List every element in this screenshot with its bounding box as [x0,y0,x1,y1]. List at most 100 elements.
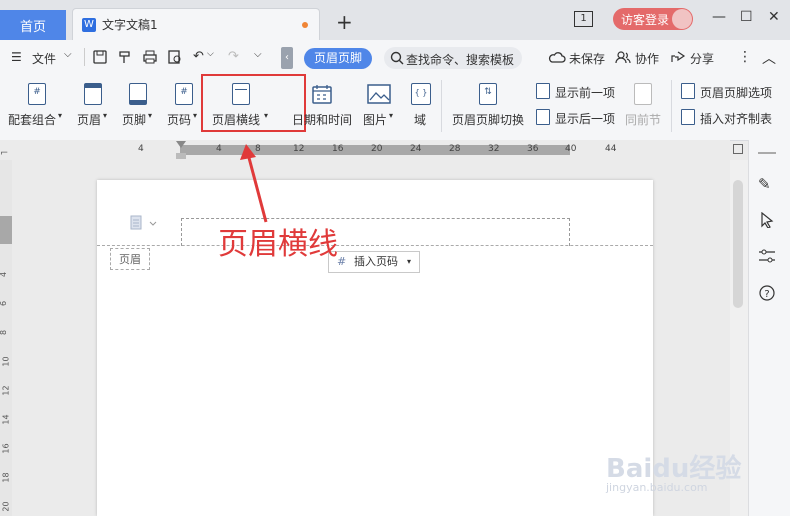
show-next-label: 显示后一项 [555,112,616,126]
ruler-tick: 12 [293,144,305,154]
ribbon-footer-button[interactable]: 页脚 ▾ [122,74,164,134]
undo-icon[interactable]: ↶ [193,49,204,64]
dropdown-arrow-icon: ▾ [103,111,108,120]
doc-options-icon[interactable] [130,215,158,231]
divider [84,48,85,66]
ribbon-page-number-button[interactable]: # 页码 ▾ [167,74,201,134]
hf-options-label: 页眉页脚选项 [700,86,773,100]
svg-text:?: ? [764,289,769,300]
visitor-login-label: 访客登录 [621,13,670,27]
collaborate-icon [615,51,631,64]
insert-align-tab-label: 插入对齐制表 [700,112,773,126]
pen-icon[interactable]: ✎ [758,175,771,193]
same-as-prev-icon [634,83,652,105]
search-input[interactable]: 查找命令、搜索模板 [384,47,522,69]
select-cursor-icon[interactable] [760,212,774,228]
panel-grip[interactable] [758,152,776,154]
print-preview-icon[interactable] [167,49,183,65]
ruler-tick: 20 [371,144,383,154]
tab-header-footer[interactable]: 页眉页脚 [304,48,372,69]
dropdown-arrow-icon: ▾ [389,111,394,120]
share-icon [671,51,686,62]
ruler-tab-icon[interactable]: ⌐ [0,148,8,159]
indent-marker-icon[interactable] [176,141,186,148]
insert-page-number-button[interactable]: # 插入页码 ▾ [328,251,420,273]
collapse-left-icon[interactable]: ‹ [281,47,293,69]
file-menu[interactable]: 文件 [32,50,56,67]
new-tab-plus-icon[interactable]: + [336,10,353,34]
unsaved-status[interactable]: 未保存 [569,50,605,67]
ribbon-footer-label: 页脚 [122,113,147,127]
settings-sliders-icon[interactable] [758,248,776,264]
annotation-label: 页眉横线 [218,227,338,262]
tab-home-label: 首页 [19,19,46,35]
ribbon-combo-button[interactable]: # 配套组合 ▾ [8,74,68,134]
tab-document[interactable]: W 文字文稿1 [72,8,320,40]
minimize-icon[interactable]: — [712,9,726,25]
show-prev-button[interactable]: 显示前一项 [536,82,624,102]
combo-page-icon: # [28,83,46,105]
left-indent-icon[interactable] [176,153,186,159]
ribbon-field-label: 域 [414,113,427,127]
ruler-tick: 20 [1,501,11,512]
ruler-toggle-icon[interactable] [733,144,743,154]
save-icon[interactable] [92,49,108,65]
highlight-box [201,74,306,132]
format-painter-icon[interactable] [117,49,133,65]
ruler-tick: 40 [565,144,577,154]
close-icon[interactable]: ✕ [768,9,780,25]
show-next-button[interactable]: 显示后一项 [536,108,624,128]
insert-align-tab-button[interactable]: 插入对齐制表 [681,108,789,128]
field-icon: { } [411,83,431,105]
ribbon-field-button[interactable]: { } 域 [405,74,435,134]
watermark-url: jingyan.baidu.com [606,481,708,494]
options-page-icon [681,83,695,99]
visitor-login-button[interactable]: 访客登录 [613,8,693,30]
page-count-badge[interactable]: 1 [574,11,593,27]
align-tab-icon [681,109,695,125]
page-number-icon: # [337,255,347,268]
divider [671,80,672,132]
hamburger-icon[interactable]: ☰ [11,50,22,64]
ribbon-hf-switch-button[interactable]: ⇅ 页眉页脚切换 [452,74,526,134]
undo-dropdown-icon[interactable]: ⌵ [207,49,214,59]
ribbon-datetime-button[interactable]: 日期和时间 [292,74,354,134]
ruler-tick: 28 [449,144,461,154]
more-options-icon[interactable]: ⋮ [738,49,752,65]
search-placeholder: 查找命令、搜索模板 [406,53,515,67]
ruler-tick: 24 [410,144,422,154]
hf-options-button[interactable]: 页眉页脚选项 [681,82,789,102]
chevron-down-icon[interactable]: ⌵ [64,49,72,60]
vertical-ruler-band [0,216,12,244]
collaborate-button[interactable]: 协作 [635,50,659,67]
scrollbar-thumb[interactable] [733,180,743,308]
collapse-ribbon-icon[interactable]: ︿ [762,48,776,68]
ribbon-picture-button[interactable]: 图片 ▾ [360,74,400,134]
ruler-tick: 36 [527,144,539,154]
unsaved-dot-icon [302,22,308,28]
divider [441,80,442,132]
dropdown-arrow-icon: ▾ [148,111,153,120]
dropdown-arrow-icon: ▾ [193,111,198,120]
insert-page-number-label: 插入页码 [354,255,398,268]
ruler-tick: 14 [1,414,11,425]
more-dropdown-icon[interactable]: ⌵ [254,49,262,60]
share-button[interactable]: 分享 [690,50,714,67]
avatar [672,9,692,29]
ruler-tick: 4 [0,272,8,277]
picture-icon [367,84,391,104]
cloud-icon [548,52,566,63]
ruler-tick: 16 [332,144,344,154]
ribbon-picture-label: 图片 [363,113,388,127]
maximize-icon[interactable]: ☐ [740,9,753,25]
tab-home[interactable]: 首页 [0,10,66,40]
ruler-tick: 4 [216,144,222,154]
redo-icon[interactable]: ↷ [228,49,239,64]
ribbon-header-button[interactable]: 页眉 ▾ [77,74,119,134]
help-icon[interactable]: ? [759,285,775,301]
print-icon[interactable] [142,49,158,65]
header-label: 页眉 [110,248,150,270]
calendar-icon [312,85,332,104]
same-as-prev-button[interactable]: 同前节 [624,74,664,134]
ribbon-datetime-label: 日期和时间 [292,113,353,127]
